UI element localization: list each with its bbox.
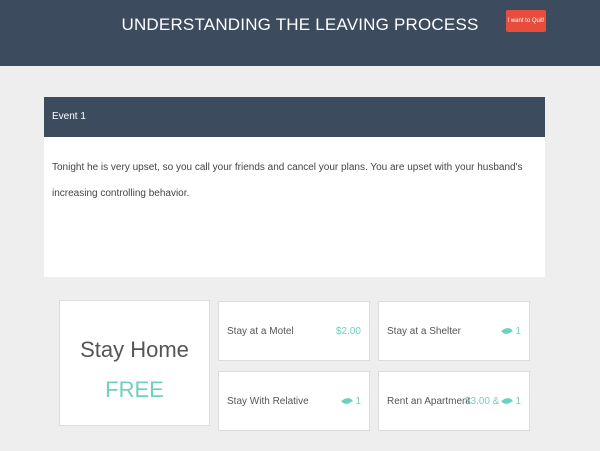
option-rent-apartment[interactable]: Rent an Apartment $3.00 & 1 — [378, 371, 530, 431]
event-panel: Event 1 Tonight he is very upset, so you… — [44, 97, 545, 277]
leaf-icon — [501, 395, 514, 407]
option-label: Rent an Apartment — [387, 395, 471, 407]
option-label: Stay With Relative — [227, 395, 309, 407]
leaf-icon — [341, 395, 354, 407]
option-stay-relative[interactable]: Stay With Relative 1 — [218, 371, 370, 431]
option-stay-shelter[interactable]: Stay at a Shelter 1 — [378, 301, 530, 361]
option-price: $3.00 & 1 — [464, 395, 521, 407]
top-bar: UNDERSTANDING THE LEAVING PROCESS I want… — [0, 0, 600, 66]
option-price: $2.00 — [335, 325, 361, 337]
option-price: FREE — [105, 377, 164, 402]
leaf-icon — [501, 325, 514, 337]
option-stay-home[interactable]: Stay Home FREE — [59, 300, 210, 426]
option-label: Stay at a Shelter — [387, 325, 461, 337]
option-label: Stay Home — [80, 337, 189, 362]
quit-button[interactable]: I want to Quit! — [506, 10, 546, 32]
option-price: 1 — [501, 302, 521, 360]
option-stay-motel[interactable]: Stay at a Motel $2.00 — [218, 301, 370, 361]
option-price: 1 — [341, 372, 361, 430]
event-description: Tonight he is very upset, so you call yo… — [52, 162, 523, 199]
event-title: Event 1 — [44, 97, 545, 137]
option-label: Stay at a Motel — [227, 325, 294, 337]
